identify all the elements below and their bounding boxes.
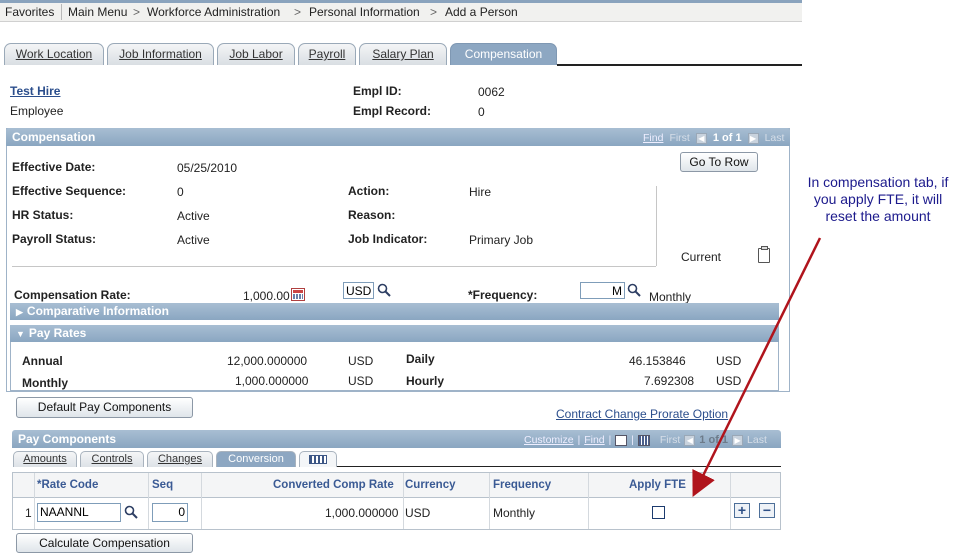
- annotation-arrow-icon: [692, 237, 822, 497]
